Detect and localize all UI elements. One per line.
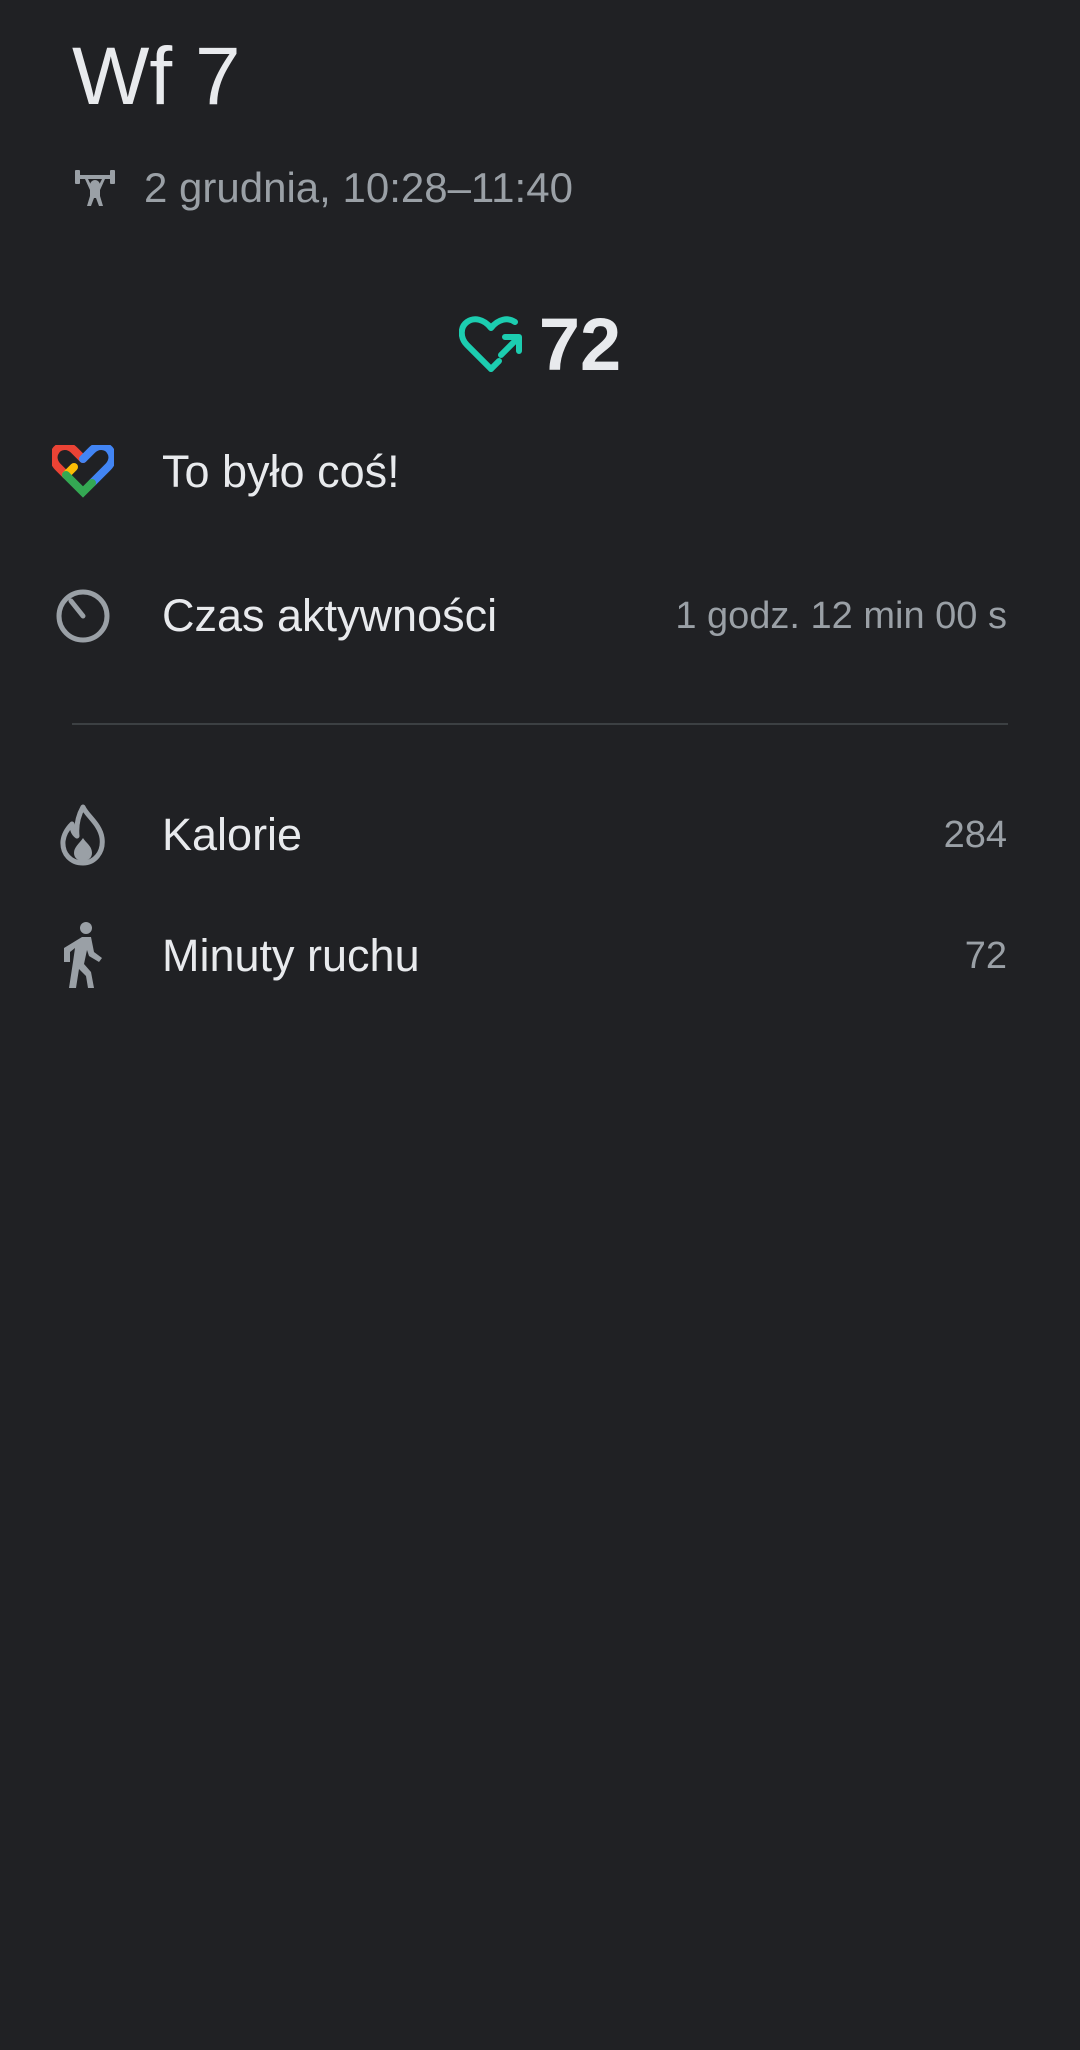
active-time-value: 1 godz. 12 min 00 s [675, 594, 1007, 637]
active-time-row: Czas aktywności 1 godz. 12 min 00 s [0, 571, 1080, 661]
metric-value-calories: 284 [943, 813, 1007, 856]
flame-icon [50, 802, 116, 868]
summary-message: To było coś! [162, 446, 400, 497]
heart-points: 72 [0, 300, 1080, 390]
divider [72, 723, 1008, 725]
metric-row-calories: Kalorie 284 [0, 790, 1080, 880]
google-fit-logo [50, 439, 116, 505]
metric-value-move-minutes: 72 [964, 934, 1007, 977]
session-date-range: 2 grudnia, 10:28–11:40 [144, 164, 573, 211]
heart-points-icon [458, 315, 523, 375]
summary-row: To było coś! [0, 427, 1080, 517]
walking-icon [50, 922, 116, 989]
heart-points-value: 72 [538, 303, 622, 386]
page-title: Wf 7 [72, 31, 241, 122]
timer-icon [50, 583, 116, 649]
metric-label-move-minutes: Minuty ruchu [162, 930, 420, 981]
metric-label-calories: Kalorie [162, 809, 303, 860]
session-info: 2 grudnia, 10:28–11:40 [72, 160, 573, 216]
active-time-label: Czas aktywności [162, 590, 498, 641]
weightlifting-icon [72, 168, 118, 208]
metric-row-move-minutes: Minuty ruchu 72 [0, 911, 1080, 1001]
